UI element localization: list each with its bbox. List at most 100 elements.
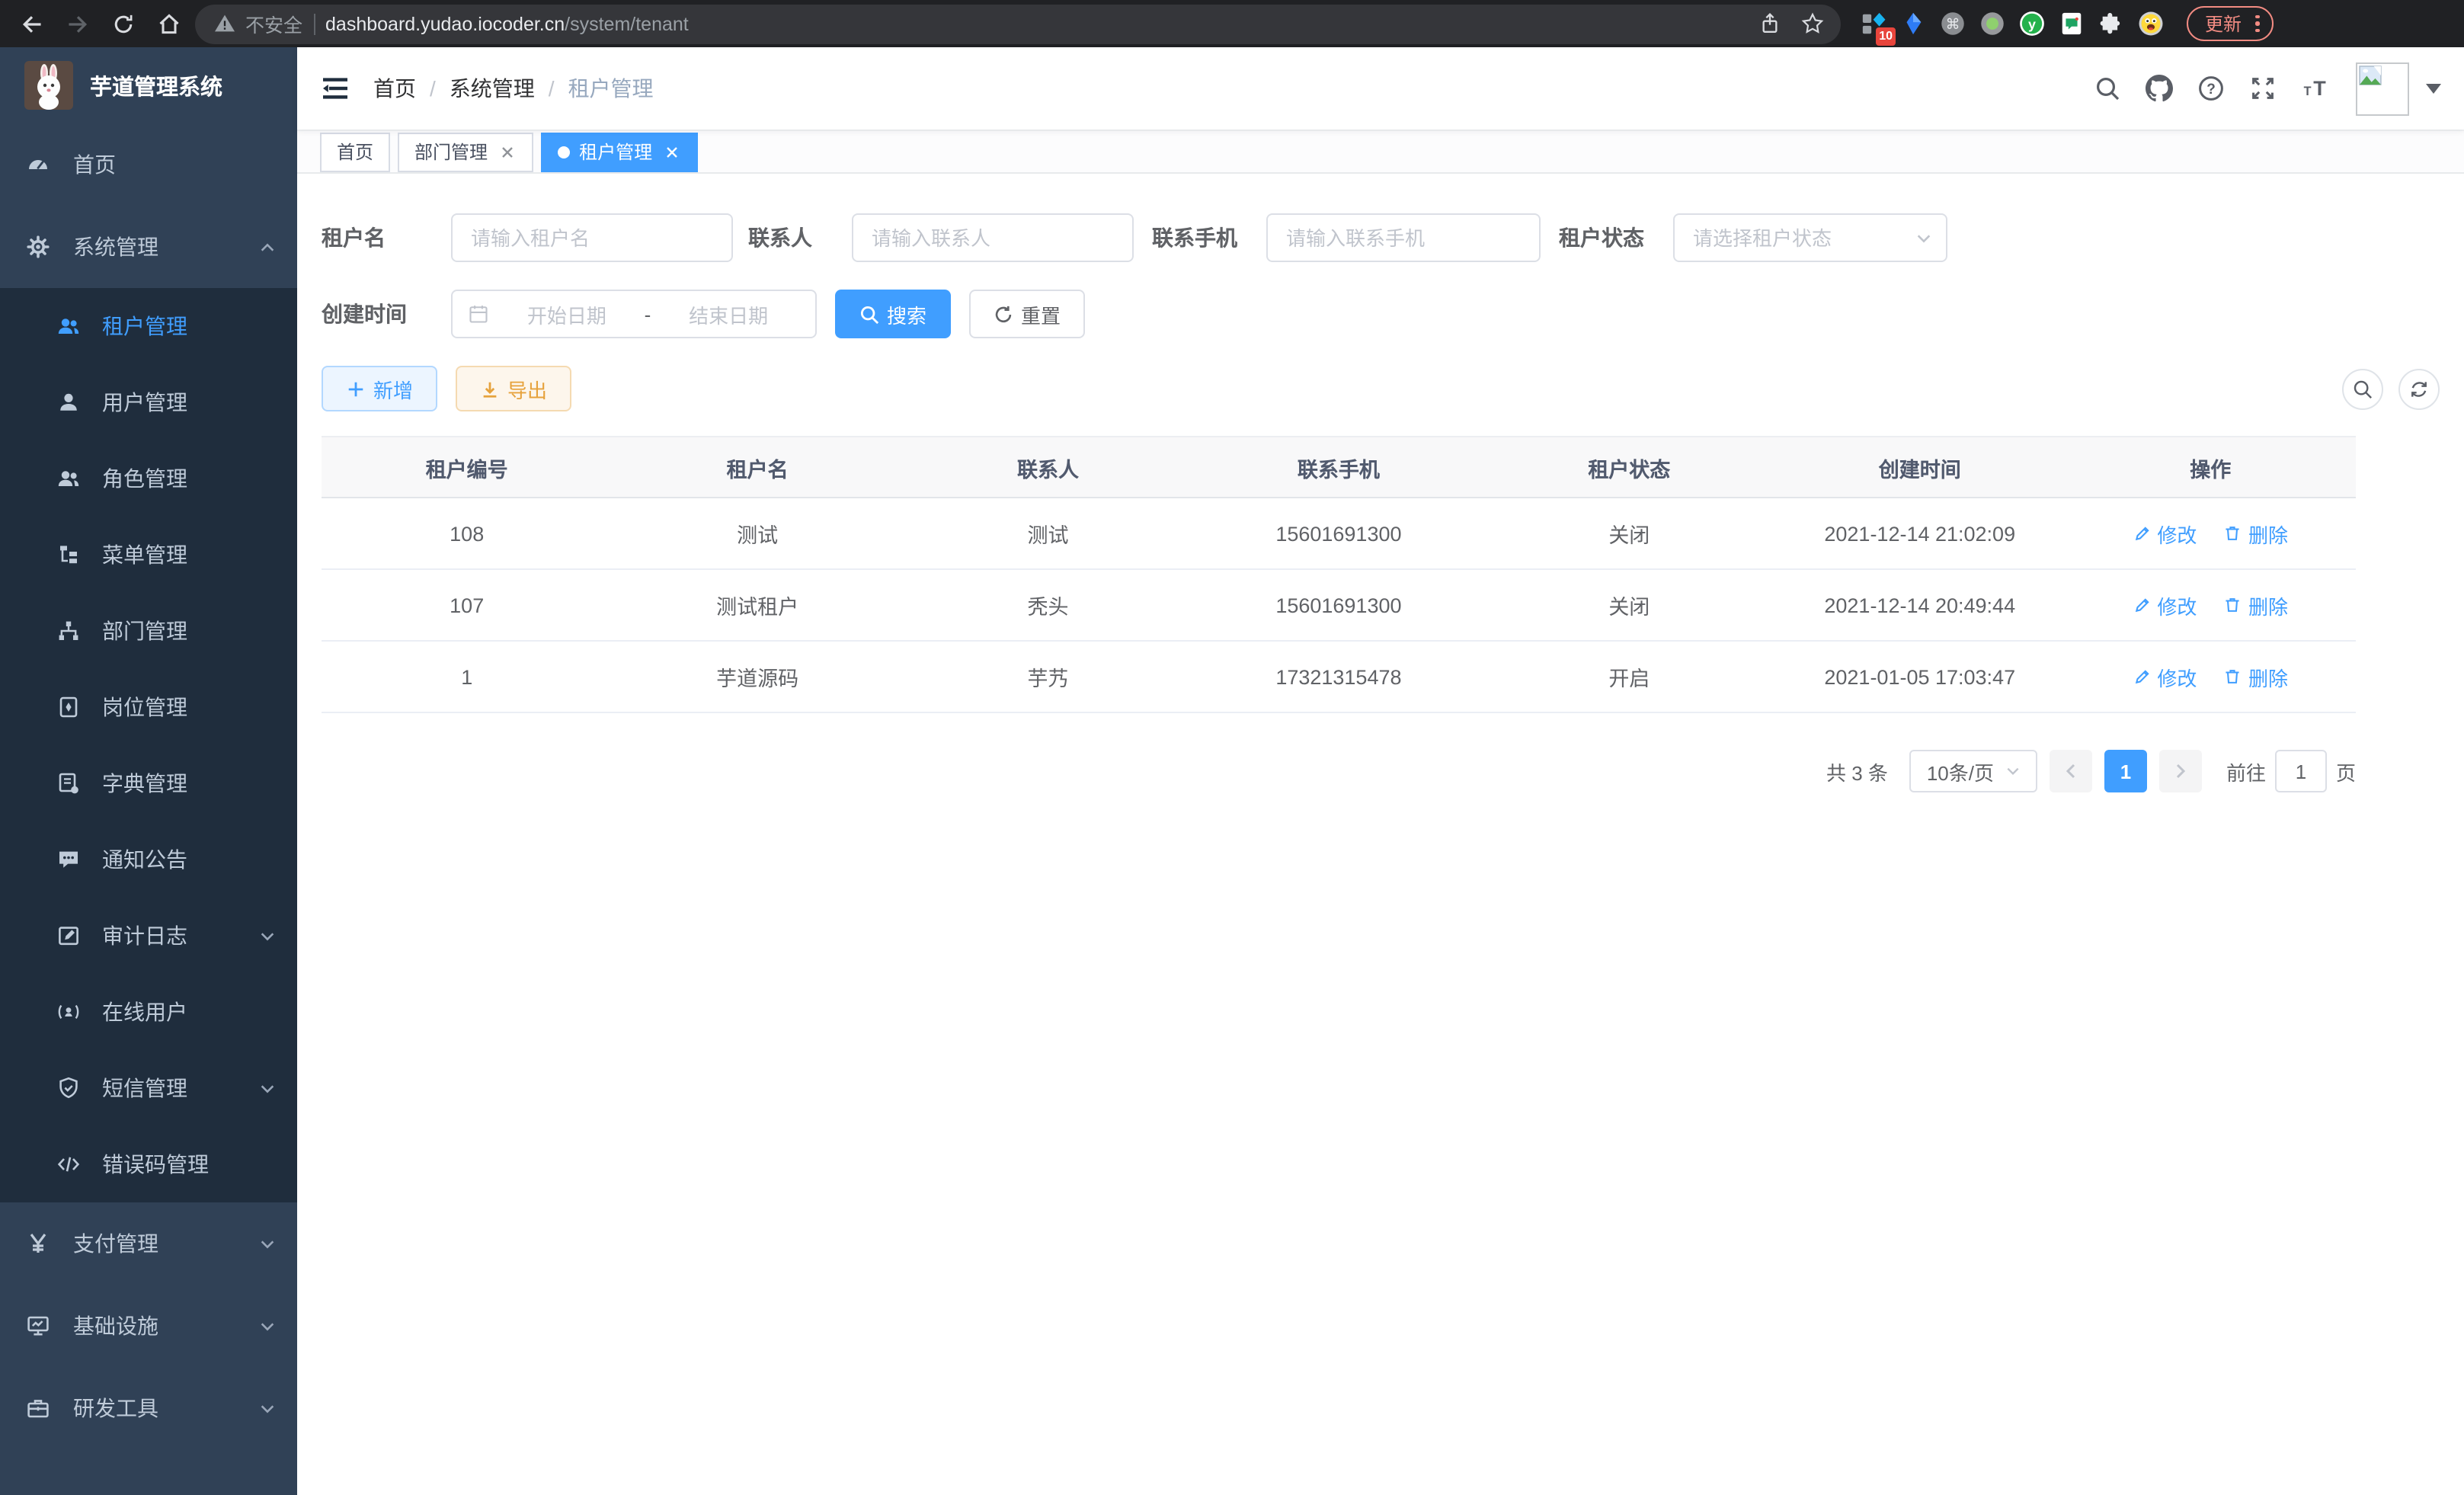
sidebar-item-user[interactable]: 用户管理	[0, 364, 297, 440]
chevron-left-icon	[2063, 764, 2078, 779]
chevron-down-icon	[2005, 764, 2020, 779]
export-button[interactable]: 导出	[456, 366, 571, 411]
y-circle-icon: y	[2019, 11, 2045, 37]
sidebar-item-online[interactable]: 在线用户	[0, 974, 297, 1050]
github-icon	[2146, 75, 2173, 102]
edit-link[interactable]: 修改	[2133, 662, 2197, 691]
extensions-puzzle[interactable]	[2094, 6, 2129, 41]
reset-button[interactable]: 重置	[969, 290, 1085, 338]
delete-link[interactable]: 删除	[2224, 519, 2288, 548]
edit-link[interactable]: 修改	[2133, 591, 2197, 619]
mobile-input[interactable]	[1266, 213, 1541, 262]
extension-recorder[interactable]	[1975, 6, 2010, 41]
sidebar-item-dept[interactable]: 部门管理	[0, 593, 297, 669]
search-button[interactable]: 搜索	[835, 290, 951, 338]
logo[interactable]: 芋道管理系统	[0, 47, 297, 123]
extension-tampermonkey[interactable]: 10	[1856, 6, 1891, 41]
col-mobile: 联系手机	[1193, 437, 1483, 498]
hide-search-button[interactable]	[2342, 368, 2383, 409]
status-select-input[interactable]	[1673, 213, 1947, 262]
end-date-placeholder: 结束日期	[657, 299, 800, 328]
help-icon: ?	[2197, 75, 2225, 102]
site-security-chip[interactable]: 不安全	[213, 9, 302, 38]
puzzle-icon	[2098, 11, 2124, 37]
extension-kite[interactable]	[1896, 6, 1931, 41]
current-page[interactable]: 1	[2104, 750, 2147, 792]
edit-pencil-icon	[2133, 667, 2151, 686]
address-bar[interactable]: 不安全 dashboard.yudao.iocoder.cn/system/te…	[195, 4, 1841, 43]
sidebar-item-notice[interactable]: 通知公告	[0, 821, 297, 898]
sidebar-item-system[interactable]: 系统管理	[0, 206, 297, 288]
delete-link[interactable]: 删除	[2224, 591, 2288, 619]
fullscreen-button[interactable]	[2240, 66, 2286, 111]
forward-button[interactable]	[58, 4, 98, 43]
refresh-table-button[interactable]	[2398, 368, 2440, 409]
header-actions: ? TT	[2085, 62, 2441, 115]
trash-icon	[2224, 524, 2242, 543]
font-size-button[interactable]: TT	[2292, 66, 2338, 111]
tab-tenant[interactable]: 租户管理	[541, 132, 698, 171]
status-select[interactable]	[1673, 213, 1947, 262]
dev-toolbox-icon	[26, 1396, 50, 1420]
sidebar-fold-icon[interactable]	[320, 73, 350, 104]
edit-link[interactable]: 修改	[2133, 519, 2197, 548]
breadcrumb-system[interactable]: 系统管理	[450, 73, 535, 104]
sidebar-item-sms[interactable]: 短信管理	[0, 1050, 297, 1126]
sidebar-item-errorcode[interactable]: 错误码管理	[0, 1126, 297, 1202]
profile-avatar[interactable]	[2133, 6, 2168, 41]
update-label: 更新	[2205, 11, 2242, 37]
extension-command[interactable]: ⌘	[1935, 6, 1970, 41]
org-tree-icon	[56, 619, 81, 643]
sidebar-item-post[interactable]: 岗位管理	[0, 669, 297, 745]
kite-icon	[1900, 11, 1926, 37]
tab-home[interactable]: 首页	[320, 132, 390, 171]
header-search-button[interactable]	[2085, 66, 2130, 111]
mobile-label: 联系手机	[1152, 222, 1266, 253]
emoji-face-icon	[2138, 11, 2164, 37]
tenant-name-input[interactable]	[451, 213, 733, 262]
sidebar-item-audit[interactable]: 审计日志	[0, 898, 297, 974]
extension-y-green[interactable]: y	[2014, 6, 2050, 41]
add-button[interactable]: 新增	[322, 366, 437, 411]
reload-button[interactable]	[104, 4, 143, 43]
contact-input[interactable]	[852, 213, 1134, 262]
plus-icon	[346, 379, 366, 399]
table-row: 107 测试租户 秃头 15601691300 关闭 2021-12-14 20…	[322, 569, 2356, 641]
col-status: 租户状态	[1484, 437, 1774, 498]
browser-menu-icon[interactable]	[2255, 15, 2259, 33]
close-icon[interactable]	[497, 142, 517, 162]
help-button[interactable]: ?	[2188, 66, 2234, 111]
chrome-update-button[interactable]: 更新	[2187, 6, 2273, 41]
github-button[interactable]	[2136, 66, 2182, 111]
page-size-select[interactable]: 10条/页	[1909, 750, 2037, 792]
sidebar-item-tenant[interactable]: 租户管理	[0, 288, 297, 364]
table-header-row: 租户编号 租户名 联系人 联系手机 租户状态 创建时间 操作	[322, 437, 2356, 498]
sidebar-item-dict[interactable]: 字典管理	[0, 745, 297, 821]
extension-chat[interactable]	[2054, 6, 2089, 41]
create-time-range-picker[interactable]: 开始日期 - 结束日期	[451, 290, 817, 338]
trash-icon	[2224, 596, 2242, 614]
search-icon	[859, 304, 879, 324]
bookmark-button[interactable]	[1792, 4, 1832, 43]
sidebar-item-infra[interactable]: 基础设施	[0, 1285, 297, 1367]
sidebar-item-home[interactable]: 首页	[0, 123, 297, 206]
sidebar-item-menu[interactable]: 菜单管理	[0, 517, 297, 593]
breadcrumb-home[interactable]: 首页	[373, 73, 416, 104]
sidebar-item-devtool[interactable]: 研发工具	[0, 1367, 297, 1449]
prev-page-button[interactable]	[2050, 750, 2092, 792]
caret-down-icon[interactable]	[2426, 83, 2441, 94]
goto-page-input[interactable]	[2275, 750, 2327, 792]
user-avatar[interactable]	[2356, 62, 2409, 115]
share-button[interactable]	[1749, 4, 1789, 43]
next-page-button[interactable]	[2159, 750, 2202, 792]
sidebar-item-role[interactable]: 角色管理	[0, 440, 297, 517]
sidebar-item-pay[interactable]: 支付管理	[0, 1202, 297, 1285]
tab-dept[interactable]: 部门管理	[398, 132, 533, 171]
back-button[interactable]	[12, 4, 52, 43]
home-button[interactable]	[149, 4, 189, 43]
gear-icon	[26, 235, 50, 259]
url-text[interactable]: dashboard.yudao.iocoder.cn/system/tenant	[325, 13, 1739, 34]
security-label: 不安全	[245, 9, 302, 38]
delete-link[interactable]: 删除	[2224, 662, 2288, 691]
close-icon[interactable]	[661, 142, 681, 162]
